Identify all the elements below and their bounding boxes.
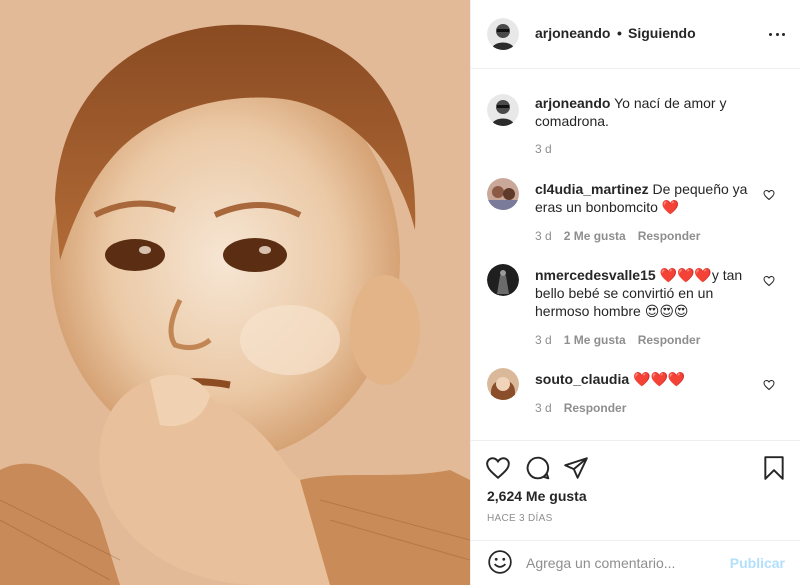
baby-photo [0, 0, 470, 585]
comment-icon[interactable] [525, 455, 551, 481]
post-header: arjoneando • Siguiendo [471, 0, 800, 69]
comment-heart-icon[interactable] [763, 379, 775, 391]
commenter-avatar-image [487, 368, 519, 400]
reply-button[interactable]: Responder [638, 333, 701, 347]
send-icon[interactable] [563, 455, 589, 481]
caption-text-block: arjoneando Yo nací de amor y comadrona. [535, 94, 755, 130]
author-avatar[interactable] [487, 18, 519, 50]
instagram-post: arjoneando • Siguiendo arjoneando Yo nac… [0, 0, 800, 585]
more-options-icon[interactable] [769, 27, 785, 41]
commenter-avatar[interactable] [487, 368, 519, 400]
comment-time[interactable]: 3 d [535, 401, 552, 415]
comment-meta: 3 d 2 Me gusta Responder [535, 229, 700, 243]
comment-heart-icon[interactable] [763, 275, 775, 287]
comment-emoji: ❤️❤️❤️ [633, 371, 686, 387]
comment-text-block: nmercedesvalle15 ❤️❤️❤️y tan bello bebé … [535, 266, 755, 320]
emoji-icon[interactable] [487, 549, 513, 575]
caption-meta: 3 d [535, 142, 552, 156]
commenter-avatar-image [487, 178, 519, 210]
more-dot [775, 32, 779, 36]
more-dot [769, 32, 772, 36]
comment-time[interactable]: 3 d [535, 333, 552, 347]
comment-meta: 3 d 1 Me gusta Responder [535, 333, 700, 347]
comment-text-block: souto_claudia ❤️❤️❤️ [535, 370, 755, 388]
comment-emoji: ❤️ [661, 199, 680, 215]
comment-username[interactable]: cl4udia_martinez [535, 181, 649, 197]
reply-button[interactable]: Responder [564, 401, 627, 415]
comment-emoji: 😍😍😍 [644, 303, 689, 319]
caption-avatar-image [487, 94, 519, 126]
comment-username[interactable]: nmercedesvalle15 [535, 267, 656, 283]
caption-time[interactable]: 3 d [535, 142, 552, 156]
comment-meta: 3 d Responder [535, 401, 626, 415]
comment-time[interactable]: 3 d [535, 229, 552, 243]
caption-avatar[interactable] [487, 94, 519, 126]
post-actions: 2,624 Me gusta HACE 3 DÍAS [471, 440, 800, 544]
post-image[interactable] [0, 0, 470, 585]
heart-icon[interactable] [485, 455, 511, 481]
commenter-avatar-image [487, 264, 519, 296]
add-comment-bar: Publicar [471, 540, 800, 585]
comment-username[interactable]: souto_claudia [535, 371, 629, 387]
post-time-ago[interactable]: HACE 3 DÍAS [487, 513, 553, 524]
header-separator: • [617, 25, 622, 41]
comment-input[interactable] [526, 549, 721, 577]
author-username[interactable]: arjoneando [535, 25, 610, 41]
caption-username[interactable]: arjoneando [535, 95, 610, 111]
likes-count[interactable]: 2,624 Me gusta [487, 488, 587, 504]
more-dot [782, 32, 785, 36]
comment-likes[interactable]: 2 Me gusta [564, 229, 626, 243]
reply-button[interactable]: Responder [638, 229, 701, 243]
comment-likes[interactable]: 1 Me gusta [564, 333, 626, 347]
comment-heart-icon[interactable] [763, 189, 775, 201]
comment-emoji-prefix: ❤️❤️❤️ [659, 267, 712, 283]
follow-status-button[interactable]: Siguiendo [628, 25, 696, 41]
post-side-panel: arjoneando • Siguiendo arjoneando Yo nac… [470, 0, 800, 585]
publish-button[interactable]: Publicar [730, 555, 785, 571]
comment-text-block: cl4udia_martinez De pequeño ya eras un b… [535, 180, 755, 216]
author-avatar-image [487, 18, 519, 50]
commenter-avatar[interactable] [487, 178, 519, 210]
bookmark-icon[interactable] [761, 455, 787, 481]
commenter-avatar[interactable] [487, 264, 519, 296]
